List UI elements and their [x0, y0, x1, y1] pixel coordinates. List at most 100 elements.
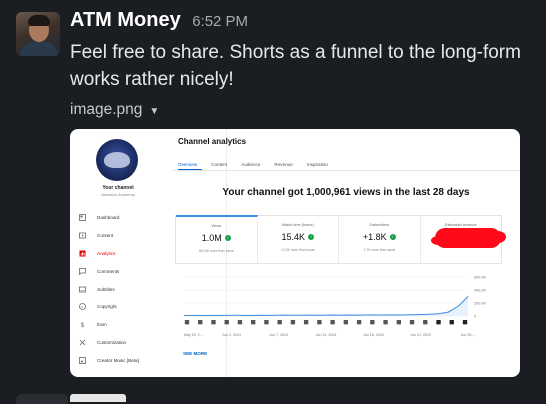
nav-creator-music: Creator Music [Beta]: [78, 351, 139, 369]
channel-title: Your channel: [102, 185, 134, 191]
y-tick-label: 600.0K: [474, 276, 487, 280]
data-point: [193, 315, 195, 316]
data-point: [467, 296, 469, 297]
data-point: [271, 315, 273, 316]
video-marker-icon: [370, 320, 375, 325]
dashboard-icon: [78, 213, 87, 222]
stats-row: Views 1.0M ↑ 961.6K more than usual Watch…: [175, 215, 506, 264]
video-marker-icon: [198, 320, 203, 325]
views-line-chart: 600.0K 400.0K 200.0K 0 May 29, 2... Jun 3, 20…: [183, 276, 487, 337]
x-tick-label: Jun 16, 2024: [363, 333, 384, 337]
yt-main: Channel analytics Overview Content Audie…: [172, 129, 520, 377]
nav-earn: $ Earn: [78, 316, 139, 334]
attachment-header[interactable]: image.png ▼: [70, 101, 159, 119]
nav-customization: Customization: [78, 334, 139, 352]
data-point: [203, 315, 204, 316]
data-point: [369, 314, 371, 316]
video-marker-icon: [237, 320, 243, 325]
next-message-name: [70, 394, 126, 402]
video-marker-icon: [449, 320, 454, 325]
data-point: [438, 313, 439, 315]
attachment-filename[interactable]: image.png: [70, 101, 142, 119]
sender-name[interactable]: ATM Money: [70, 9, 181, 31]
tab-inspiration: Inspiration: [306, 162, 328, 167]
video-marker-icon: [436, 320, 441, 325]
trend-up-icon: ↑: [389, 234, 396, 240]
data-point: [330, 314, 332, 316]
yt-nav: Dashboard Content Analytics Comments Sub…: [78, 209, 139, 369]
data-point: [428, 313, 430, 315]
tab-revenue: Revenue: [274, 162, 293, 167]
video-marker-icon: [330, 320, 335, 325]
stat-views: Views 1.0M ↑ 961.6K more than usual: [176, 215, 258, 263]
trend-up-icon: ↑: [224, 235, 231, 241]
tab-divider: [172, 170, 520, 171]
video-marker-icon: [423, 320, 428, 325]
data-point: [281, 314, 283, 316]
data-point: [340, 314, 342, 316]
data-point: [408, 314, 410, 316]
data-point: [183, 315, 185, 316]
y-tick-label: 200.0K: [474, 302, 487, 306]
video-marker-icon: [462, 320, 468, 325]
tab-content: Content: [211, 162, 228, 167]
views-headline: Your channel got 1,000,961 views in the …: [222, 187, 470, 198]
music-icon: [78, 356, 87, 365]
x-tick-label: Jun 25,...: [461, 333, 476, 337]
nav-dashboard: Dashboard: [78, 209, 139, 227]
y-tick-label: 400.0K: [474, 289, 487, 293]
page-title: Channel analytics: [178, 137, 247, 146]
views-chart: 600.0K 400.0K 200.0K 0 May 29, 2... Jun 3, 20…: [172, 269, 520, 359]
svg-text:c: c: [81, 304, 83, 309]
data-point: [222, 315, 224, 316]
see-more-link: SEE MORE: [183, 351, 208, 356]
video-marker-icon: [264, 320, 269, 325]
message-timestamp[interactable]: 6:52 PM: [192, 13, 248, 30]
copyright-icon: c: [78, 302, 87, 311]
video-marker-icon: [343, 320, 349, 325]
data-point: [301, 314, 302, 316]
data-point: [350, 314, 351, 316]
next-message-avatar: [16, 394, 68, 404]
x-tick-label: Jun 3, 2024: [222, 333, 241, 337]
x-tick-label: Jun 12, 2024: [316, 333, 337, 337]
data-point: [457, 305, 459, 307]
message-header: ATM Money 6:52 PM: [70, 9, 248, 32]
data-point: [359, 314, 361, 316]
x-tick-label: Jun 7, 2024: [269, 333, 288, 337]
video-marker-icon: [277, 320, 282, 325]
nav-subtitles: Subtitles: [78, 280, 139, 298]
tab-bar: Overview Content Audience Revenue Inspir…: [178, 162, 328, 167]
comments-icon: [78, 267, 87, 276]
analytics-icon: [78, 249, 87, 258]
image-attachment[interactable]: Your channel Maverick Academy Dashboard …: [70, 129, 520, 377]
video-marker-icon: [224, 320, 229, 325]
earn-icon: $: [78, 320, 87, 329]
video-marker-icon: [303, 320, 309, 325]
sender-avatar[interactable]: [16, 12, 60, 56]
series-area: [184, 296, 468, 316]
tab-audience: Audience: [241, 162, 261, 167]
content-icon: [78, 231, 87, 240]
nav-comments: Comments: [78, 262, 139, 280]
series-line: [183, 296, 469, 316]
data-point: [320, 314, 322, 316]
tab-overview: Overview: [178, 162, 198, 167]
video-marker-icon: [184, 320, 190, 325]
chevron-down-icon[interactable]: ▼: [149, 106, 159, 117]
data-point: [291, 314, 293, 316]
redaction-scribble: [430, 228, 506, 248]
data-point: [242, 315, 244, 316]
video-marker-icon: [356, 320, 362, 325]
nav-analytics: Analytics: [78, 245, 139, 263]
data-point: [379, 314, 381, 316]
data-point: [252, 315, 253, 316]
subtitles-icon: [78, 285, 87, 294]
stat-watch-time: Watch time (hours) 15.4K ↑ 14.3K more tha…: [258, 216, 339, 263]
data-point: [448, 311, 449, 313]
data-point: [232, 314, 234, 316]
message-text: Feel free to share. Shorts as a funnel t…: [70, 42, 521, 90]
x-tick-label: May 29, 2...: [184, 333, 203, 337]
data-point: [213, 315, 214, 316]
stat-estimated-revenue: Estimated revenue: [421, 216, 506, 263]
